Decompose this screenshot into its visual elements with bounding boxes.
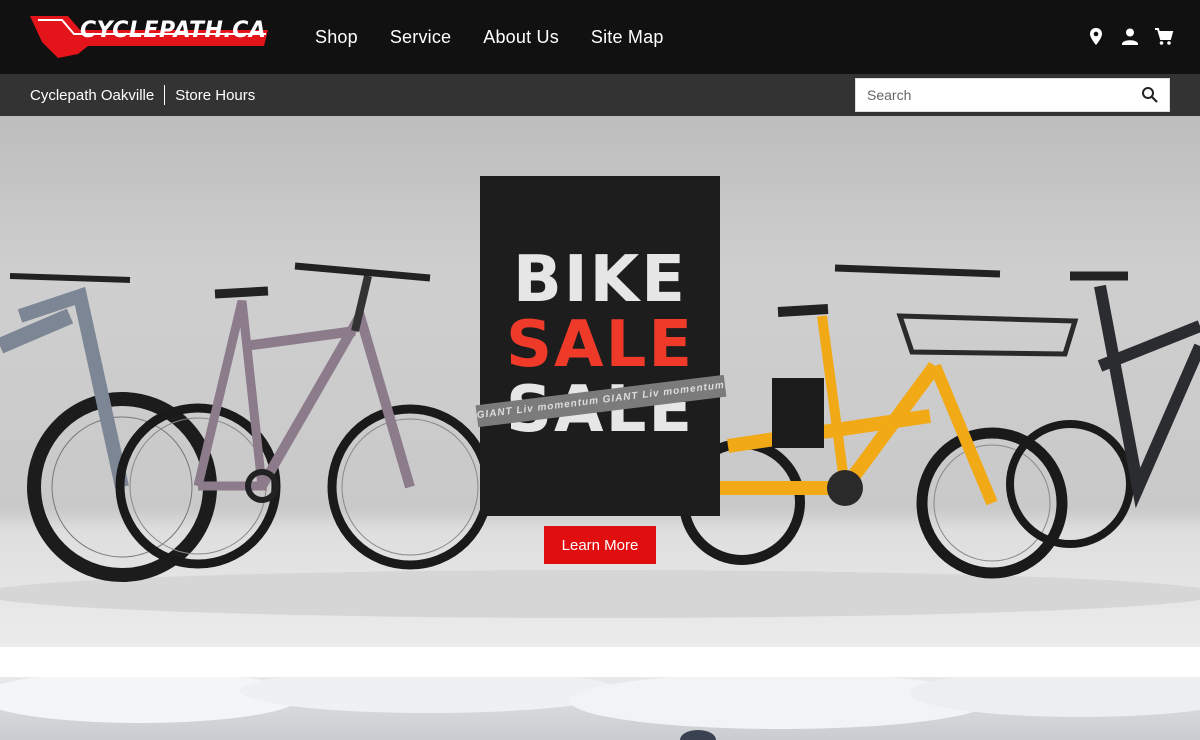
search-input[interactable] xyxy=(856,79,1136,111)
logo-text: CYCLEPATH.CA xyxy=(80,18,267,43)
nav-about-us[interactable]: About Us xyxy=(483,27,559,48)
store-hours-link[interactable]: Store Hours xyxy=(175,87,255,104)
poster-line-bike: BIKE xyxy=(513,243,687,317)
store-location-link[interactable]: Cyclepath Oakville xyxy=(30,87,154,104)
clouds-illustration xyxy=(0,677,1200,740)
hero-banner[interactable]: BIKE SALE SALE GIANT Liv momentum GIANT … xyxy=(0,116,1200,647)
secondary-banner[interactable] xyxy=(0,677,1200,740)
site-logo[interactable]: CYCLEPATH.CA xyxy=(28,12,273,62)
top-navigation-bar: CYCLEPATH.CA Shop Service About Us Site … xyxy=(0,0,1200,74)
store-info: Cyclepath Oakville Store Hours xyxy=(30,74,255,116)
poster-line-sale-red: SALE xyxy=(505,308,695,382)
header-icons xyxy=(1086,26,1174,48)
nav-site-map[interactable]: Site Map xyxy=(591,27,664,48)
nav-shop[interactable]: Shop xyxy=(315,27,358,48)
location-icon[interactable] xyxy=(1086,26,1106,48)
learn-more-button[interactable]: Learn More xyxy=(544,526,656,564)
search-box xyxy=(855,78,1170,112)
search-icon[interactable] xyxy=(1141,86,1159,104)
cart-icon[interactable] xyxy=(1154,26,1174,48)
store-divider xyxy=(164,85,166,105)
main-nav: Shop Service About Us Site Map xyxy=(315,0,664,74)
sale-poster: BIKE SALE SALE GIANT Liv momentum GIANT … xyxy=(475,176,727,516)
nav-service[interactable]: Service xyxy=(390,27,451,48)
bike-yellow-cargo xyxy=(679,264,1079,579)
bike-purple xyxy=(115,262,493,570)
account-icon[interactable] xyxy=(1120,26,1140,48)
bike-right-black xyxy=(1006,271,1200,548)
bike-left-mtb xyxy=(0,273,217,582)
